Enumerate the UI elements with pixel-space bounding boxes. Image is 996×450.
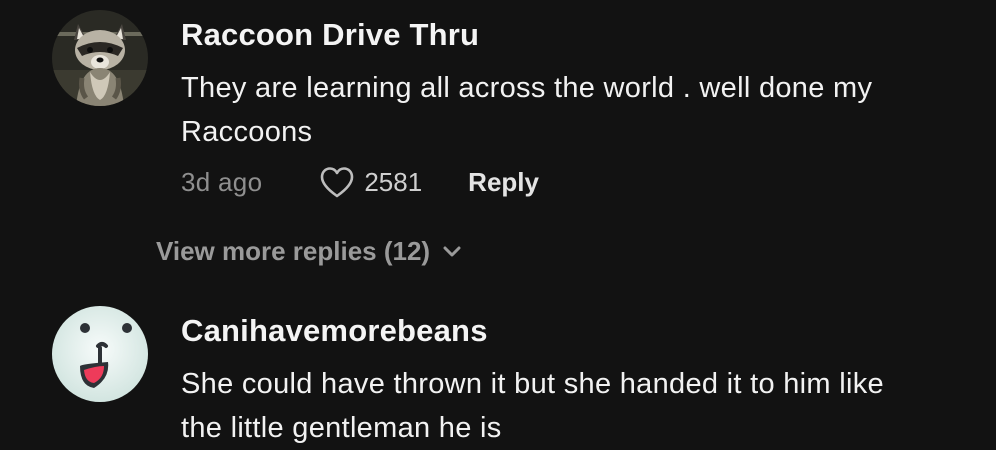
raccoon-avatar-icon[interactable] (52, 10, 148, 106)
reply-button[interactable]: Reply (468, 167, 539, 198)
comment-text-line: Raccoons (181, 116, 313, 148)
view-more-replies-label: View more replies (12) (156, 236, 431, 266)
view-more-replies-button[interactable]: View more replies (12) (156, 236, 462, 267)
comment-text-line: the little gentleman he is (181, 412, 502, 444)
comment-meta: 3d ago 2581 Reply (181, 164, 539, 200)
comment-text: They are learning all across the world .… (181, 66, 961, 154)
like-button[interactable]: 2581 (318, 165, 422, 199)
comment-timestamp: 3d ago (181, 166, 263, 197)
comment-username[interactable]: Raccoon Drive Thru (181, 17, 479, 53)
chevron-down-icon (443, 246, 461, 256)
comment-text: She could have thrown it but she handed … (181, 362, 961, 450)
comment-text-line: She could have thrown it but she handed … (181, 368, 884, 400)
comment-text-line: They are learning all across the world .… (181, 72, 873, 104)
comment-username[interactable]: Canihavemorebeans (181, 313, 488, 349)
heart-icon[interactable] (318, 165, 356, 199)
comments-panel: Raccoon Drive Thru They are learning all… (0, 0, 996, 450)
seal-avatar-icon[interactable] (52, 306, 148, 402)
like-count: 2581 (364, 166, 423, 197)
